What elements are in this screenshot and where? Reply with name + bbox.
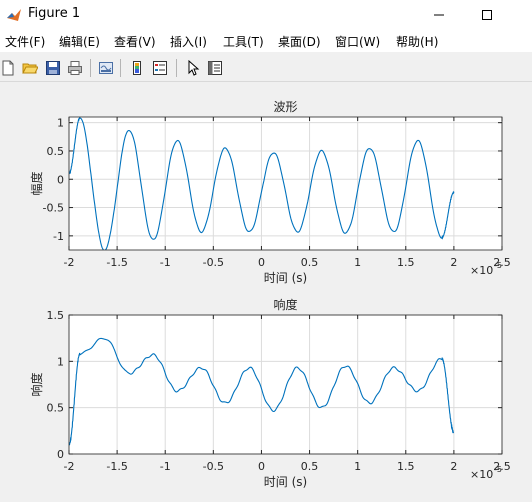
y-tick-label: 0: [57, 173, 64, 186]
chart-title: 波形: [273, 100, 297, 114]
insert-legend-icon: [153, 61, 167, 75]
y-tick-label: 1.5: [47, 309, 65, 322]
y-axis-label: 幅度: [29, 171, 44, 195]
maximize-button[interactable]: [464, 0, 510, 30]
new-figure-icon: [2, 60, 14, 76]
x-tick-label: 0.5: [301, 256, 319, 269]
plot-area: [69, 315, 502, 454]
y-tick-label: 0: [57, 448, 64, 461]
menu-edit[interactable]: 编辑(E): [59, 33, 100, 50]
figure-canvas: -2 -1.5 -1 -0.5 0 0.5 1 1.5 2 2.5 -1 -0.5 0 0.5 1 波形 时间 …: [0, 82, 532, 498]
x-exponent-label: ×10: [470, 468, 493, 481]
x-tick-label: -2: [64, 256, 75, 269]
y-tick-label: 1: [57, 117, 64, 130]
menu-insert[interactable]: 插入(I): [170, 33, 207, 50]
x-tick-label: 0: [258, 460, 265, 473]
y-tick-label: 1: [57, 355, 64, 368]
figure-plots: -2 -1.5 -1 -0.5 0 0.5 1 1.5 2 2.5-1-0.500.51波形时间 …: [29, 100, 511, 489]
x-exponent-power: -5: [494, 261, 502, 270]
x-tick-label: 1: [354, 256, 361, 269]
menu-bar: 文件(F) 编辑(E) 查看(V) 插入(I) 工具(T) 桌面(D) 窗口(W…: [0, 30, 532, 52]
x-tick-label: 2: [450, 256, 457, 269]
x-exponent-label: ×10: [470, 264, 493, 277]
x-axis-label: 时间 (s): [264, 271, 307, 285]
link-plot-icon: [99, 62, 113, 74]
insert-colorbar-icon: [133, 61, 141, 75]
edit-plot-button[interactable]: [183, 58, 203, 78]
x-tick-label: -1.5: [106, 256, 127, 269]
toolbar-separator: [90, 59, 91, 77]
toolbar-separator: [120, 59, 121, 77]
window-title: Figure 1: [28, 6, 81, 21]
plot-area: [69, 117, 502, 250]
chart-title: 响度: [273, 297, 297, 312]
print-icon: [68, 61, 82, 75]
new-figure-button[interactable]: [0, 58, 18, 78]
insert-legend-button[interactable]: [150, 58, 170, 78]
open-file-icon: [22, 63, 38, 74]
toolbar-separator: [176, 59, 177, 77]
property-inspector-icon: [208, 61, 222, 75]
save-button[interactable]: [43, 58, 63, 78]
minimize-icon: [434, 14, 444, 16]
edit-plot-icon: [188, 60, 200, 76]
menu-desktop[interactable]: 桌面(D): [278, 33, 321, 50]
y-tick-label: -0.5: [43, 202, 64, 215]
x-tick-label: 1.5: [397, 256, 415, 269]
save-icon: [46, 61, 60, 75]
axes-bottom: -2 -1.5 -1 -0.5 0 0.5 1 1.5 2 2.500.511.5响度时间 (s)…: [29, 297, 511, 489]
x-tick-label: 2: [450, 460, 457, 473]
menu-window[interactable]: 窗口(W): [335, 33, 380, 50]
axes-top: -2 -1.5 -1 -0.5 0 0.5 1 1.5 2 2.5-1-0.500.51波形时间 …: [29, 100, 511, 285]
x-tick-label: 1: [354, 460, 361, 473]
x-tick-label: 0.5: [301, 460, 319, 473]
y-tick-label: 0.5: [47, 145, 65, 158]
x-tick-label: -0.5: [203, 460, 224, 473]
link-plot-button[interactable]: [96, 58, 116, 78]
toolbar: [0, 55, 532, 82]
x-tick-label: -1: [160, 256, 171, 269]
x-tick-label: -1.5: [106, 460, 127, 473]
y-tick-label: -1: [53, 230, 64, 243]
x-exponent-power: -5: [494, 465, 502, 474]
x-tick-label: 1.5: [397, 460, 415, 473]
x-axis-label: 时间 (s): [264, 475, 307, 489]
x-tick-label: -1: [160, 460, 171, 473]
menu-file[interactable]: 文件(F): [5, 33, 45, 50]
menu-tools[interactable]: 工具(T): [223, 33, 264, 50]
x-tick-label: -2: [64, 460, 75, 473]
menu-help[interactable]: 帮助(H): [396, 33, 438, 50]
print-button[interactable]: [65, 58, 85, 78]
menu-view[interactable]: 查看(V): [114, 33, 156, 50]
matlab-logo-icon: [7, 9, 21, 21]
minimize-button[interactable]: [416, 0, 462, 30]
maximize-icon: [482, 10, 492, 20]
y-tick-label: 0.5: [47, 402, 65, 415]
insert-colorbar-button[interactable]: [127, 58, 147, 78]
property-inspector-button[interactable]: [205, 58, 225, 78]
open-file-button[interactable]: [20, 58, 40, 78]
x-tick-label: 0: [258, 256, 265, 269]
x-tick-label: -0.5: [203, 256, 224, 269]
y-axis-label: 响度: [29, 372, 44, 396]
title-bar: Figure 1: [0, 0, 532, 30]
